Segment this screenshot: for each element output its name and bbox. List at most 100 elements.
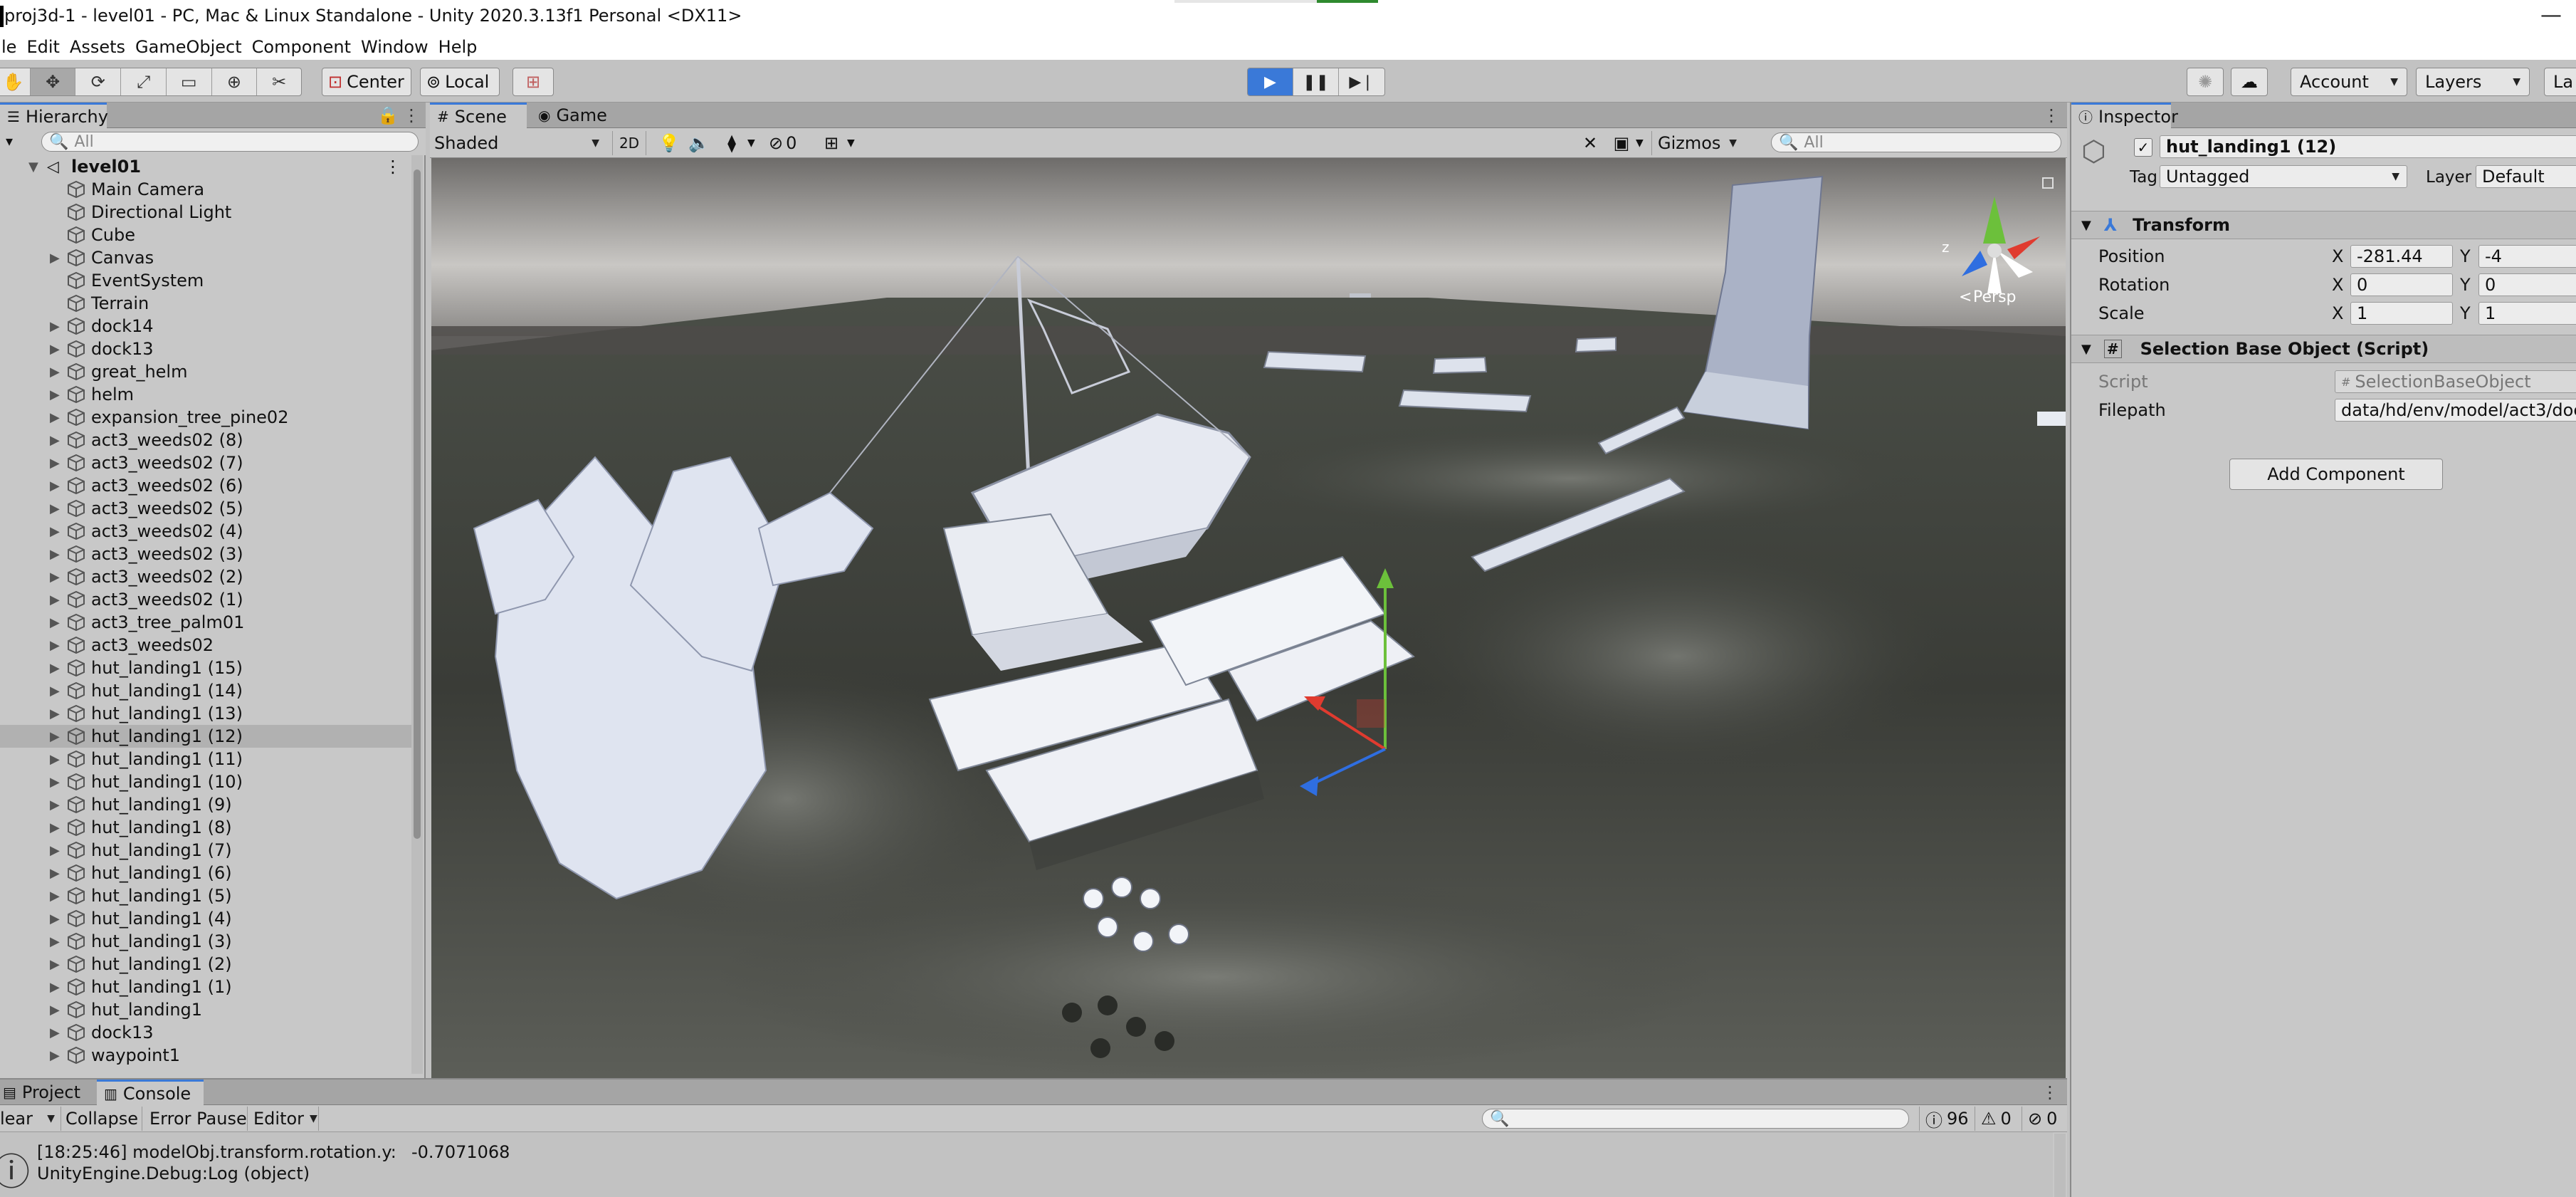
menu-file[interactable]: le [0,37,22,57]
active-checkbox[interactable]: ✓ [2134,138,2152,157]
kebab-menu-icon[interactable]: ⋮ [384,157,401,177]
clear-button[interactable]: lear ▼ [0,1107,61,1131]
hierarchy-item[interactable]: Directional Light [0,201,411,224]
kebab-menu-icon[interactable]: ⋮ [2043,105,2060,125]
expand-arrow-icon[interactable]: ▶ [50,957,60,972]
tab-console[interactable]: ▥ Console [97,1080,204,1105]
expand-arrow-icon[interactable]: ▶ [50,342,60,357]
scale-y-field[interactable]: 1 [2478,302,2576,325]
hierarchy-item[interactable]: EventSystem [0,269,411,292]
gizmos-dropdown[interactable]: Gizmos ▼ [1651,131,1737,155]
console-log-entry[interactable]: ⓘ [18:25:46] modelObj.transform.rotation… [0,1132,2053,1197]
kebab-menu-icon[interactable]: ⋮ [2041,1082,2059,1102]
error-pause-toggle[interactable]: Error Pause [149,1107,248,1131]
chevron-down-icon[interactable]: ▼ [747,131,762,155]
hierarchy-item[interactable]: ▶ act3_weeds02 (5) [0,497,411,520]
lock-icon[interactable]: 🔒 [377,105,399,125]
error-count-toggle[interactable]: ⊘ 0 [2022,1107,2067,1131]
hierarchy-item[interactable]: ▶ hut_landing1 (14) [0,679,411,702]
collab-icon[interactable]: ✺ [2187,68,2224,96]
hierarchy-item[interactable]: ▶ hut_landing1 (15) [0,657,411,679]
expand-arrow-icon[interactable]: ▶ [50,934,60,949]
expand-arrow-icon[interactable]: ▶ [50,479,60,493]
hand-tool-icon[interactable]: ✋ [0,68,31,95]
expand-arrow-icon[interactable]: ▶ [50,387,60,402]
expand-arrow-icon[interactable]: ▶ [50,501,60,516]
scene-render[interactable]: z < Persp [431,158,2066,1078]
menu-help[interactable]: Help [434,37,483,57]
hierarchy-item[interactable]: ▶ expansion_tree_pine02 [0,406,411,429]
persp-toggle[interactable]: < Persp [1959,288,2017,306]
hierarchy-item[interactable]: ▶ hut_landing1 (4) [0,907,411,930]
expand-arrow-icon[interactable]: ▶ [50,684,60,699]
hierarchy-item[interactable]: ▶ dock14 [0,315,411,338]
expand-arrow-icon[interactable]: ▼ [28,160,38,174]
menu-edit[interactable]: Edit [22,37,65,57]
editor-dropdown[interactable]: Editor ▼ [253,1107,319,1131]
transform-tool-icon[interactable]: ⊕ [212,68,258,95]
scene-root-row[interactable]: ▼ ◁ level01 ⋮ [0,155,411,178]
layers-dropdown[interactable]: Layers ▼ [2416,68,2530,96]
object-name-field[interactable]: hut_landing1 (12) [2160,135,2576,158]
pivot-center-button[interactable]: ⊡ Center [322,68,411,96]
create-dropdown-icon[interactable]: ▾ [6,132,13,150]
hierarchy-item[interactable]: ▶ Canvas [0,246,411,269]
hierarchy-item[interactable]: ▶ hut_landing1 (12) [0,725,411,748]
hierarchy-item[interactable]: ▶ hut_landing1 (6) [0,862,411,884]
camera-icon[interactable]: ▣ [1607,131,1636,155]
hierarchy-item[interactable]: ▶ hut_landing1 [0,998,411,1021]
expand-arrow-icon[interactable]: ▶ [50,615,60,630]
hidden-objects-toggle[interactable]: ⊘ 0 [769,131,811,155]
tab-project[interactable]: ▤ Project [0,1080,93,1105]
hierarchy-item[interactable]: ▶ hut_landing1 (9) [0,793,411,816]
tab-hierarchy[interactable]: ☰ Hierarchy [0,103,108,128]
layout-dropdown[interactable]: La [2544,68,2576,96]
rotation-y-field[interactable]: 0 [2478,273,2576,296]
expand-arrow-icon[interactable]: ▶ [50,251,60,266]
expand-arrow-icon[interactable]: ▶ [50,866,60,881]
hierarchy-item[interactable]: ▶ act3_weeds02 (2) [0,565,411,588]
expand-arrow-icon[interactable]: ▶ [50,547,60,562]
pause-icon[interactable]: ❚❚ [1293,68,1339,95]
expand-arrow-icon[interactable]: ▶ [50,775,60,790]
scale-tool-icon[interactable]: ⤢ [121,68,167,95]
layer-dropdown[interactable]: Default [2476,165,2576,188]
kebab-menu-icon[interactable]: ⋮ [403,105,420,125]
transform-header[interactable]: ▼ ⅄ Transform [2071,211,2576,239]
tools-icon[interactable]: ✕ [1577,131,1603,155]
filepath-field[interactable]: data/hd/env/model/act3/dock [2335,399,2576,422]
fold-arrow-icon[interactable]: ▼ [2081,342,2091,357]
pivot-local-button[interactable]: ⊚ Local [420,68,500,96]
expand-arrow-icon[interactable]: ▶ [50,729,60,744]
hierarchy-item[interactable]: ▶ great_helm [0,360,411,383]
custom-tool-icon[interactable]: ✂ [257,68,301,95]
hierarchy-item[interactable]: ▶ hut_landing1 (7) [0,839,411,862]
menu-assets[interactable]: Assets [65,37,131,57]
expand-arrow-icon[interactable]: ▶ [50,319,60,334]
scrollbar-thumb[interactable] [414,169,421,839]
rotation-x-field[interactable]: 0 [2350,273,2453,296]
expand-arrow-icon[interactable]: ▶ [50,706,60,721]
play-icon[interactable]: ▶ [1248,68,1293,95]
expand-arrow-icon[interactable]: ▶ [50,911,60,926]
warning-count-toggle[interactable]: ⚠ 0 [1975,1107,2020,1131]
position-x-field[interactable]: -281.44 [2350,245,2453,268]
hierarchy-item[interactable]: ▶ hut_landing1 (10) [0,770,411,793]
audio-icon[interactable]: 🔈 [686,131,712,155]
cloud-icon[interactable]: ☁ [2231,68,2268,96]
hierarchy-scrollbar[interactable] [411,155,423,1074]
hierarchy-item[interactable]: ▶ hut_landing1 (13) [0,702,411,725]
menu-gameobject[interactable]: GameObject [131,37,248,57]
expand-arrow-icon[interactable]: ▶ [50,592,60,607]
hierarchy-item[interactable]: ▶ helm [0,383,411,406]
tab-scene[interactable]: # Scene [430,103,527,128]
hierarchy-item[interactable]: ▶ act3_weeds02 (7) [0,451,411,474]
hierarchy-item[interactable]: ▶ dock13 [0,1021,411,1044]
rotate-tool-icon[interactable]: ⟳ [75,68,122,95]
expand-arrow-icon[interactable]: ▶ [50,410,60,425]
hierarchy-item[interactable]: ▶ hut_landing1 (3) [0,930,411,953]
scene-search-input[interactable]: 🔍 All [1771,132,2061,152]
hierarchy-item[interactable]: ▶ act3_weeds02 (3) [0,543,411,565]
expand-arrow-icon[interactable]: ▶ [50,980,60,995]
scene-viewport[interactable]: z < Persp [431,158,2066,1078]
